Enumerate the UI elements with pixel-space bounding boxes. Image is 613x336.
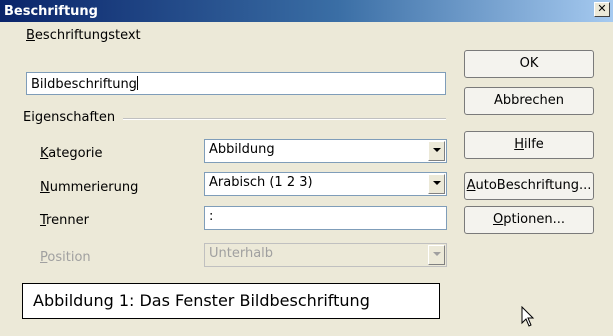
options-button-rest: ptionen... — [503, 212, 566, 227]
numbering-label-mnemonic: N — [40, 180, 50, 195]
help-button-rest: ilfe — [523, 137, 544, 152]
category-select[interactable]: Abbildung — [204, 139, 447, 163]
caption-text-label: Beschriftungstext — [26, 28, 141, 43]
category-label-rest: ategorie — [48, 146, 103, 161]
position-value: Unterhalb — [209, 246, 274, 261]
category-label: Kategorie — [40, 146, 103, 161]
options-button[interactable]: Optionen... — [464, 206, 594, 234]
numbering-value: Arabisch (1 2 3) — [209, 175, 313, 190]
separator-label-rest: renner — [46, 213, 89, 228]
numbering-label-rest: ummerierung — [49, 180, 139, 195]
text-caret — [136, 76, 138, 90]
autocaption-button-mnemonic: A — [466, 178, 476, 193]
mouse-pointer-icon — [521, 306, 535, 327]
caption-dialog: Beschriftung ✕ Beschriftungstext Bildbes… — [0, 0, 613, 336]
autocaption-button[interactable]: AutoBeschriftung... — [464, 172, 594, 200]
ok-button[interactable]: OK — [464, 50, 594, 78]
position-select: Unterhalb — [204, 243, 447, 267]
chevron-down-icon — [428, 245, 445, 265]
position-label: Position — [40, 250, 91, 265]
chevron-down-icon[interactable] — [428, 174, 445, 194]
window-title: Beschriftung — [4, 4, 98, 19]
caption-text-label-mnemonic: B — [26, 28, 35, 43]
properties-separator-line — [123, 118, 446, 120]
separator-value: : — [209, 209, 214, 224]
cancel-button[interactable]: Abbrechen — [464, 87, 594, 115]
caption-text-value: Bildbeschriftung — [31, 77, 137, 92]
autocaption-button-rest: utoBeschriftung... — [475, 178, 592, 193]
options-button-mnemonic: O — [492, 212, 504, 227]
help-button-mnemonic: H — [514, 137, 524, 152]
numbering-select[interactable]: Arabisch (1 2 3) — [204, 172, 447, 196]
caption-preview: Abbildung 1: Das Fenster Bildbeschriftun… — [22, 283, 440, 319]
title-bar: Beschriftung ✕ — [0, 0, 613, 22]
position-label-rest: osition — [47, 250, 91, 265]
category-value: Abbildung — [209, 142, 275, 157]
help-button[interactable]: Hilfe — [464, 131, 594, 159]
chevron-down-icon[interactable] — [428, 141, 445, 161]
caption-text-input[interactable]: Bildbeschriftung — [26, 72, 446, 95]
close-icon: ✕ — [597, 2, 607, 15]
caption-text-label-rest: eschriftungstext — [34, 28, 141, 43]
separator-input[interactable]: : — [204, 206, 447, 230]
properties-heading: Eigenschaften — [23, 110, 116, 125]
caption-preview-text: Abbildung 1: Das Fenster Bildbeschriftun… — [33, 291, 370, 310]
separator-label: Trenner — [40, 213, 89, 228]
numbering-label: Nummerierung — [40, 180, 138, 195]
close-button[interactable]: ✕ — [594, 2, 610, 17]
